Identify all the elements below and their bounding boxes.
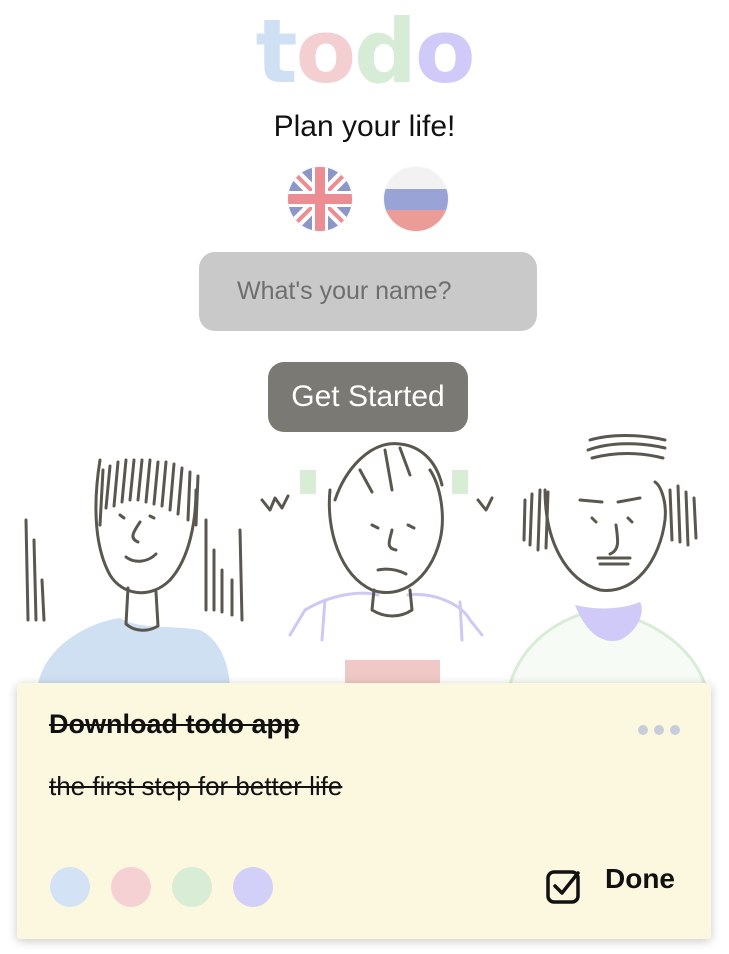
get-started-button[interactable]: Get Started — [268, 362, 468, 432]
russian-flag-icon[interactable] — [384, 167, 448, 231]
color-option-green[interactable] — [172, 867, 212, 907]
name-input[interactable] — [199, 252, 537, 331]
color-option-purple[interactable] — [233, 867, 273, 907]
task-title: Download todo app — [49, 709, 300, 739]
middle-person-shirt — [345, 660, 440, 685]
checkbox-checked-icon — [546, 870, 580, 904]
done-label: Done — [605, 863, 675, 894]
more-dot-2 — [654, 725, 664, 735]
logo-letter-t: t — [255, 0, 297, 103]
task-card[interactable]: Download todo app the first step for bet… — [17, 683, 711, 939]
three-people-illustration — [24, 434, 707, 687]
more-dot-1 — [638, 725, 648, 735]
more-options-icon[interactable] — [638, 725, 682, 739]
logo-letter-o1: o — [295, 0, 356, 103]
tagline: Plan your life! — [273, 110, 456, 143]
done-checkbox[interactable] — [545, 867, 583, 905]
logo-letter-d: d — [354, 0, 417, 103]
logo-letter-o2: o — [415, 0, 475, 103]
task-description: the first step for better life — [49, 771, 343, 801]
color-option-pink[interactable] — [111, 867, 151, 907]
more-dot-3 — [670, 725, 680, 735]
english-flag-icon[interactable] — [288, 167, 352, 231]
app-logo: todo — [0, 4, 729, 100]
color-option-blue[interactable] — [50, 867, 90, 907]
